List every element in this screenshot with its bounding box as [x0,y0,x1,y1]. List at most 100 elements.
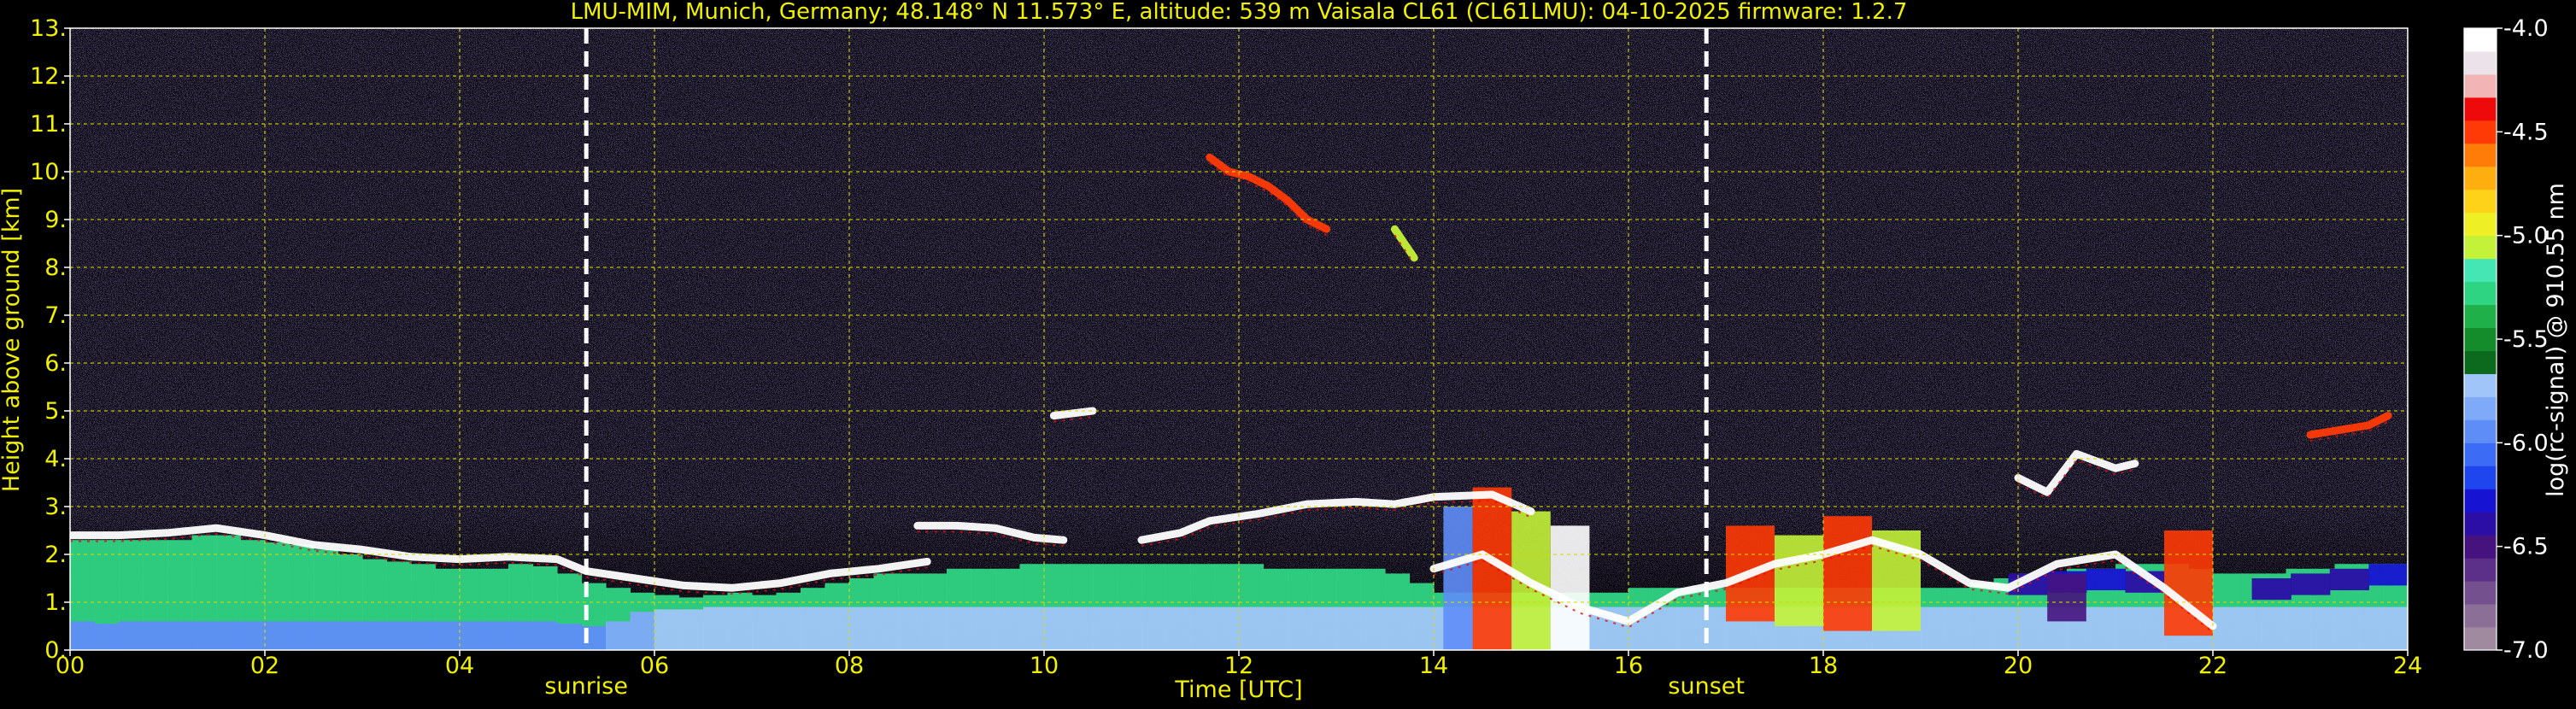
colorbar-segment [2464,396,2497,420]
surface-layer-cell [1068,606,1094,650]
surface-layer-cell [70,621,96,650]
y-tick-label: 12. [30,63,67,90]
surface-layer-cell [849,606,875,650]
x-tick-label: 22 [2198,653,2227,679]
surface-layer-cell [1288,606,1313,650]
plot-area [70,28,2408,650]
x-tick-label: 14 [1419,653,1448,679]
colorbar-segment [2464,166,2497,190]
surface-layer-cell [727,606,753,650]
surface-layer-cell [1117,606,1142,650]
surface-layer-cell [2237,606,2262,650]
surface-layer-cell [411,621,437,650]
surface-layer-cell [1921,606,1946,650]
colorbar-tick-label: -5.5 [2503,326,2549,353]
ceilometer-figure: LMU-MIM, Munich, Germany; 48.148° N 11.5… [0,0,2576,706]
surface-layer-cell [1093,606,1118,650]
colorbar-segment [2464,97,2497,121]
surface-layer-cell [1044,606,1070,650]
surface-layer-cell [2262,606,2287,650]
sunrise-label: sunrise [544,673,628,700]
colorbar-segment [2464,120,2497,144]
surface-layer-cell [2286,606,2311,650]
surface-layer-cell [801,606,826,650]
colorbar-segment [2464,304,2497,329]
sunset-label: sunset [1668,673,1745,700]
surface-layer-cell [2383,606,2408,650]
colorbar-segment [2464,73,2497,98]
surface-layer-cell [94,624,120,650]
y-tick-label: 6. [44,350,67,377]
surface-layer-cell [508,621,534,650]
surface-layer-cell [995,606,1021,650]
x-tick-label: 00 [56,653,85,679]
surface-layer-cell [971,606,996,650]
surface-layer-cell [1311,606,1337,650]
convective-column [1443,507,1473,650]
surface-layer-cell [265,621,290,650]
y-tick-label: 9. [44,207,67,233]
x-tick-label: 08 [835,653,864,679]
colorbar-label: log(rc-signal) @ 910.55 nm [2543,183,2569,497]
surface-layer-cell [1239,606,1265,650]
y-tick-label: 1. [44,589,67,616]
surface-layer-cell [1263,606,1288,650]
y-tick-label: 5. [44,398,67,425]
colorbar-segment [2464,558,2497,582]
convective-column [2047,573,2086,622]
surface-layer-cell [2091,606,2116,650]
x-tick-label: 12 [1224,653,1253,679]
surface-layer-cell [703,606,729,650]
colorbar-segment [2464,327,2497,351]
surface-layer-cell [460,621,485,650]
surface-layer-cell [654,609,680,650]
surface-layer-cell [240,621,266,650]
colorbar-segment [2464,189,2497,214]
x-tick-label: 04 [445,653,474,679]
surface-layer-cell [1336,606,1362,650]
x-tick-label: 10 [1030,653,1059,679]
colorbar-segment [2464,258,2497,283]
y-axis-label: Height above ground [km] [0,188,25,492]
colorbar-segment [2464,489,2497,513]
surface-layer-cell [1360,606,1386,650]
colorbar-segment [2464,235,2497,260]
colorbar-segment [2464,442,2497,466]
colorbar-tick-label: -5.0 [2503,223,2549,249]
backscatter-chart: LMU-MIM, Munich, Germany; 48.148° N 11.5… [0,0,2576,706]
surface-layer-cell [532,621,558,650]
x-tick-label: 02 [250,653,279,679]
surface-layer-cell [1214,606,1240,650]
convective-column [1823,516,1872,631]
surface-layer-cell [435,621,461,650]
x-tick-label: 20 [2004,653,2033,679]
y-tick-label: 4. [44,446,67,472]
surface-layer-cell [119,621,144,650]
surface-layer-cell [1677,606,1703,650]
surface-layer-cell [678,609,704,650]
surface-layer-cell [1945,606,1970,650]
colorbar-tick-label: -4.0 [2503,15,2549,42]
x-tick-label: 18 [1809,653,1838,679]
surface-layer-cell [1385,606,1411,650]
surface-layer-cell [216,621,242,650]
x-axis-label: Time [UTC] [1174,677,1302,703]
surface-layer-cell [1190,606,1216,650]
surface-layer-cell [1019,606,1045,650]
colorbar-segment [2464,28,2497,52]
colorbar-segment [2464,627,2497,651]
surface-layer-cell [289,621,314,650]
colorbar-segment [2464,535,2497,559]
evening-aerosol-cell [2086,568,2126,590]
y-tick-label: 10. [30,159,67,185]
surface-layer-cell [386,621,412,650]
surface-layer-cell [557,624,583,650]
surface-layer-cell [922,606,948,650]
colorbar-segment [2464,373,2497,397]
surface-layer-cell [2018,606,2044,650]
surface-layer-cell [2139,606,2165,650]
surface-layer-cell [898,606,924,650]
surface-layer-cell [143,621,168,650]
evening-aerosol-cell [2251,578,2291,601]
colorbar-segment [2464,604,2497,628]
